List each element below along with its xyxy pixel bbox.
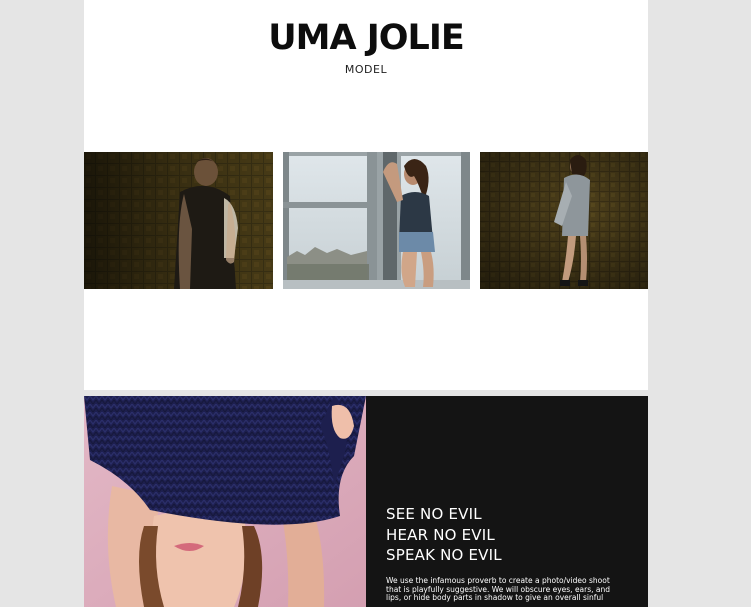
photo-woman-sweater-over-head-icon: [84, 396, 366, 607]
photo-woman-sweater-dark-wall-icon: [84, 152, 273, 289]
site-subtitle: MODEL: [344, 63, 388, 76]
gallery-photo-3[interactable]: [480, 152, 648, 289]
page-container: UMA JOLIE MODEL SEE NO EVIL HEAR NO EVIL…: [84, 0, 648, 607]
feature-body: We use the infamous proverb to create a …: [386, 576, 611, 603]
feature-text-panel: SEE NO EVIL HEAR NO EVIL SPEAK NO EVIL W…: [366, 396, 648, 607]
feature-image[interactable]: [84, 396, 366, 607]
header-section: UMA JOLIE MODEL: [84, 0, 648, 390]
gallery-photo-1[interactable]: [84, 152, 273, 289]
feature-section: SEE NO EVIL HEAR NO EVIL SPEAK NO EVIL W…: [84, 396, 648, 607]
headline-line-2: HEAR NO EVIL: [386, 525, 495, 544]
photo-woman-by-window-icon: [283, 152, 470, 289]
headline-line-3: SPEAK NO EVIL: [386, 546, 502, 564]
site-title[interactable]: UMA JOLIE: [84, 18, 648, 58]
gallery-photo-2[interactable]: [283, 152, 470, 289]
headline-line-1: SEE NO EVIL: [386, 505, 482, 523]
photo-woman-leaning-on-wall-icon: [480, 152, 648, 289]
feature-headline: SEE NO EVIL HEAR NO EVIL SPEAK NO EVIL: [386, 504, 502, 566]
